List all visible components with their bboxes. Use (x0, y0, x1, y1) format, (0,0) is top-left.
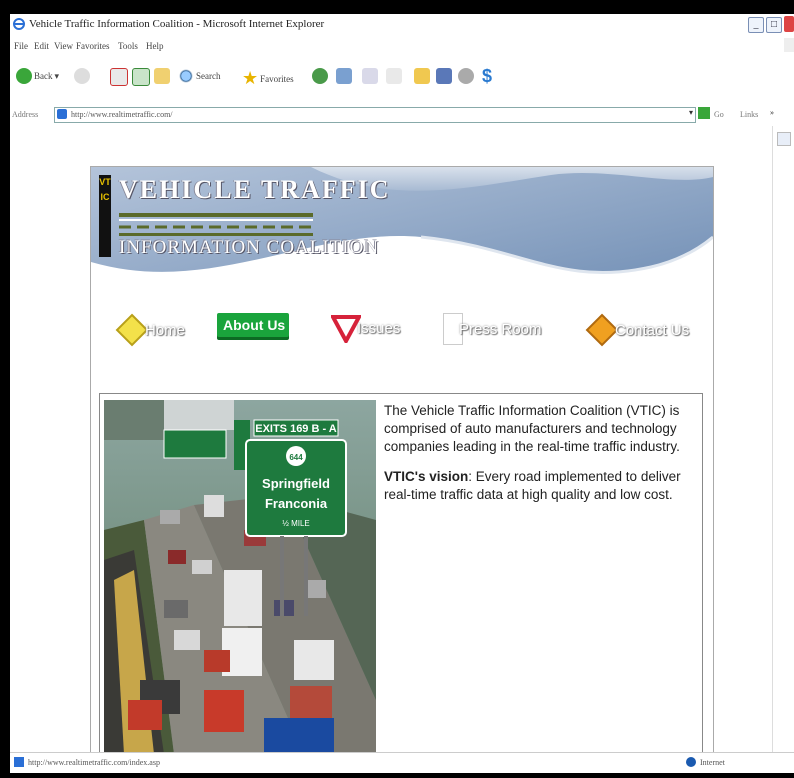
dollar-icon[interactable]: $ (482, 66, 492, 87)
intro-paragraph: The Vehicle Traffic Information Coalitio… (384, 403, 680, 454)
windows-flag-icon (784, 38, 794, 52)
browser-window: Vehicle Traffic Information Coalition - … (0, 0, 794, 778)
nav-issues[interactable]: Issues (331, 313, 400, 343)
vertical-scrollbar[interactable] (772, 126, 794, 752)
sign-exit: EXITS 169 B - A (255, 423, 337, 435)
folder-icon[interactable] (414, 68, 430, 84)
toolbar: Back ▾ Search ★ Favorites $ (10, 56, 794, 104)
sign-line3: ½ MILE (282, 519, 310, 528)
menu-file[interactable]: File (14, 41, 28, 51)
favorites-label: Favorites (260, 73, 294, 84)
traffic-photo: 644 EXITS 169 B - A Springfield Franconi… (104, 400, 376, 754)
maximize-button[interactable]: □ (766, 17, 782, 33)
site-banner: VTIC VEHICLE TRAFFIC INFORMATION COALITI… (91, 167, 713, 299)
favorites-button[interactable]: ★ Favorites (242, 68, 294, 89)
status-url: http://www.realtimetraffic.com/index.asp (28, 758, 160, 767)
links-label[interactable]: Links (740, 110, 758, 119)
intro-text: The Vehicle Traffic Information Coalitio… (384, 402, 694, 516)
title-bar: Vehicle Traffic Information Coalition - … (10, 14, 794, 36)
search-label: Search (196, 71, 221, 81)
search-button[interactable]: Search (178, 68, 221, 84)
messenger-icon[interactable] (458, 68, 474, 84)
menu-view[interactable]: View (54, 41, 73, 51)
go-label[interactable]: Go (714, 110, 724, 119)
home-diamond-icon (115, 313, 149, 347)
forward-button[interactable] (74, 68, 90, 84)
menu-edit[interactable]: Edit (34, 41, 49, 51)
address-label: Address (12, 110, 39, 119)
nav-contact-us[interactable]: Contact Us (585, 313, 689, 347)
page-icon (57, 109, 67, 119)
back-label: Back (34, 71, 53, 81)
contact-diamond-icon (585, 313, 619, 347)
history-icon[interactable] (336, 68, 352, 84)
star-icon: ★ (242, 68, 259, 88)
nav-about-us[interactable]: About Us (217, 313, 289, 337)
vision-paragraph: VTIC's vision: Every road implemented to… (384, 468, 694, 504)
back-arrow-icon (16, 68, 32, 84)
vision-label: VTIC's vision (384, 469, 469, 484)
menu-help[interactable]: Help (146, 41, 164, 51)
page-status-icon (14, 757, 24, 767)
nav-press-room[interactable]: Press Room (443, 313, 542, 345)
menu-tools[interactable]: Tools (118, 41, 138, 51)
ie-logo-icon (13, 18, 25, 30)
menu-favorites[interactable]: Favorites (76, 41, 110, 51)
status-zone: Internet (700, 758, 725, 767)
window-title: Vehicle Traffic Information Coalition - … (29, 18, 325, 30)
page-content: VTIC VEHICLE TRAFFIC INFORMATION COALITI… (10, 126, 772, 754)
address-bar: Address http://www.realtimetraffic.com/ … (10, 104, 794, 126)
home-icon[interactable] (154, 68, 170, 84)
address-url: http://www.realtimetraffic.com/ (71, 110, 173, 119)
minimize-button[interactable]: _ (748, 17, 764, 33)
mail-icon[interactable] (362, 68, 378, 84)
address-input[interactable]: http://www.realtimetraffic.com/ ▾ (54, 107, 696, 123)
close-button[interactable] (784, 16, 794, 32)
sign-line2: Franconia (265, 496, 328, 511)
logo-line2: INFORMATION COALITION (119, 237, 380, 258)
print-icon[interactable] (386, 68, 402, 84)
research-icon[interactable] (436, 68, 452, 84)
status-bar: http://www.realtimetraffic.com/index.asp… (10, 752, 794, 773)
go-arrow-icon[interactable] (698, 107, 710, 119)
globe-icon (686, 757, 696, 767)
site-container: VTIC VEHICLE TRAFFIC INFORMATION COALITI… (90, 166, 714, 754)
media-icon[interactable] (312, 68, 328, 84)
scroll-up-icon[interactable] (777, 132, 791, 146)
back-button[interactable]: Back ▾ (16, 68, 59, 84)
nav-home[interactable]: Home (115, 313, 185, 347)
chevron-down-icon[interactable]: ▾ (689, 108, 693, 117)
menu-bar: File Edit View Favorites Tools Help (10, 36, 794, 56)
search-icon (178, 68, 194, 84)
forward-arrow-icon (74, 68, 90, 84)
sign-line1: Springfield (262, 476, 330, 491)
stop-icon[interactable] (110, 68, 128, 86)
logo-line1: VEHICLE TRAFFIC (119, 175, 391, 204)
vtic-vertical-logo: VTIC (99, 175, 111, 257)
links-chevron-icon[interactable]: » (770, 108, 774, 117)
refresh-icon[interactable] (132, 68, 150, 86)
sign-route: 644 (289, 453, 303, 462)
intro-panel: 644 EXITS 169 B - A Springfield Franconi… (99, 393, 703, 754)
